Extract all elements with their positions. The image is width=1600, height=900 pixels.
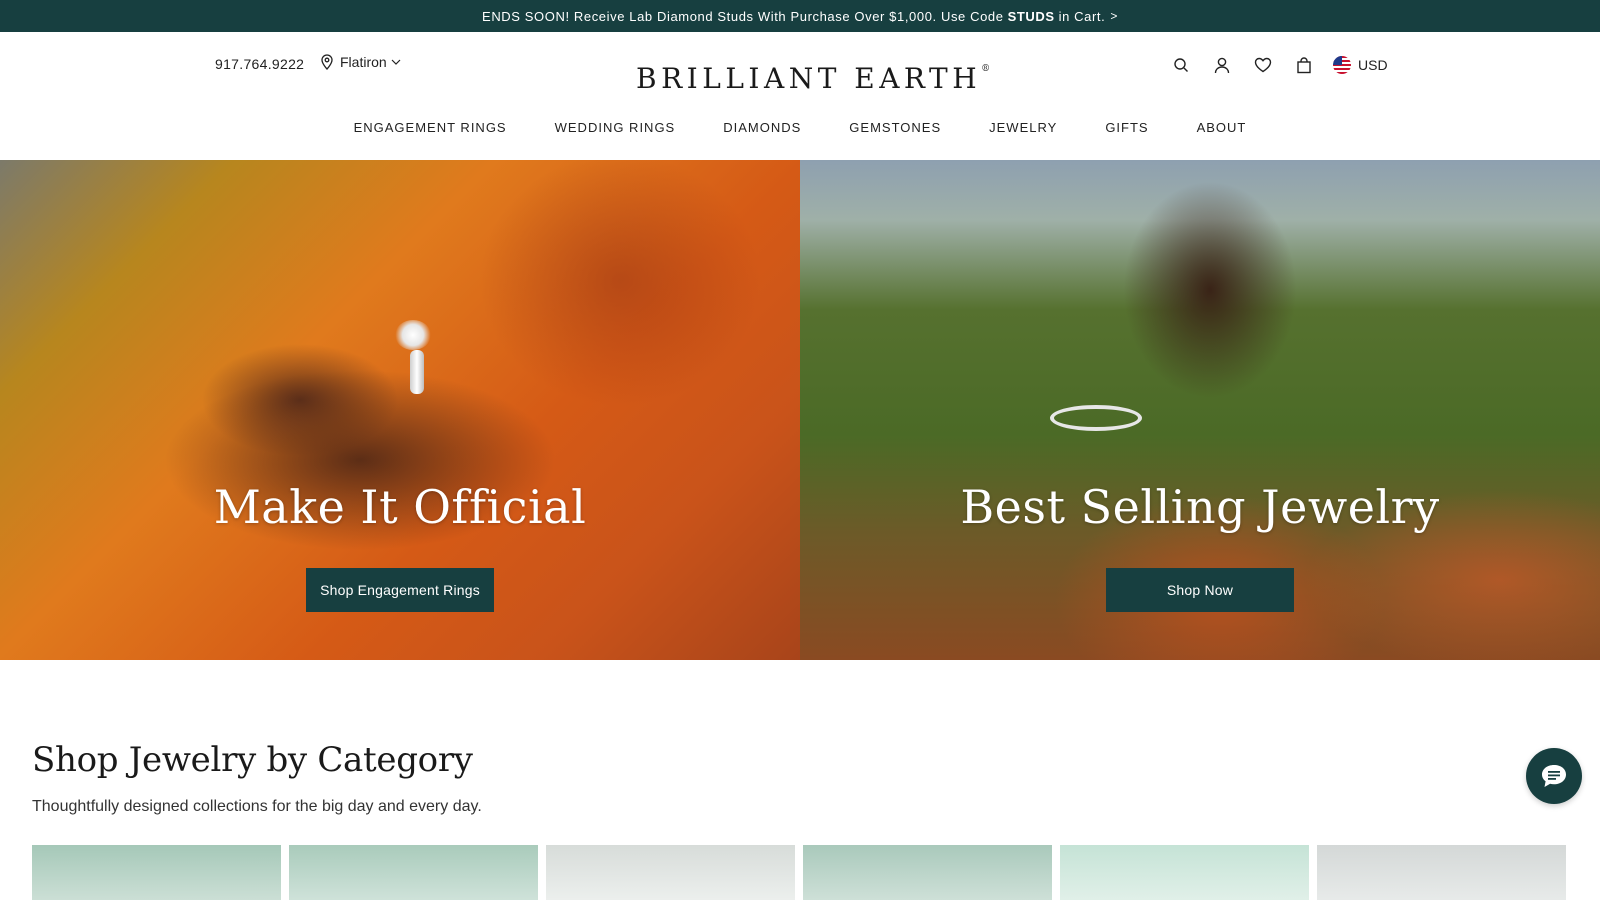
main-nav: ENGAGEMENT RINGS WEDDING RINGS DIAMONDS … [0, 120, 1600, 135]
phone-link[interactable]: 917.764.9222 [215, 56, 304, 72]
category-section-title: Shop Jewelry by Category [32, 740, 473, 780]
nav-about[interactable]: ABOUT [1197, 120, 1247, 135]
ring-image-highlight [395, 320, 431, 350]
promo-text: ENDS SOON! Receive Lab Diamond Studs Wit… [482, 8, 1004, 24]
promo-chevron: > [1110, 9, 1118, 23]
brand-logo[interactable]: BRILLIANT EARTH® [636, 62, 990, 95]
nav-gifts[interactable]: GIFTS [1105, 120, 1148, 135]
logo-text: BRILLIANT EARTH [636, 62, 982, 95]
promo-code: STUDS [1007, 8, 1055, 24]
category-tile[interactable] [32, 845, 281, 900]
hero-engagement-rings[interactable]: Make It Official Shop Engagement Rings [0, 160, 800, 660]
chat-bubble-icon [1542, 765, 1566, 787]
nav-jewelry[interactable]: JEWELRY [989, 120, 1057, 135]
chevron-down-icon [391, 59, 401, 65]
account-icon[interactable] [1211, 54, 1233, 76]
logo-registered-mark: ® [981, 64, 991, 74]
category-tile[interactable] [289, 845, 538, 900]
promo-text-after: in Cart. [1058, 8, 1106, 24]
category-tile[interactable] [803, 845, 1052, 900]
nav-wedding-rings[interactable]: WEDDING RINGS [555, 120, 676, 135]
shop-engagement-rings-button[interactable]: Shop Engagement Rings [306, 568, 494, 612]
nav-gemstones[interactable]: GEMSTONES [849, 120, 941, 135]
hero-title: Make It Official [213, 480, 587, 534]
currency-label: USD [1358, 57, 1388, 73]
header-actions: USD [1170, 54, 1388, 76]
us-flag-icon [1333, 56, 1351, 74]
nav-diamonds[interactable]: DIAMONDS [723, 120, 801, 135]
currency-selector[interactable]: USD [1333, 56, 1388, 74]
hero-best-selling-jewelry[interactable]: Best Selling Jewelry Shop Now [800, 160, 1600, 660]
category-tile[interactable] [1317, 845, 1566, 900]
category-tiles [32, 845, 1566, 900]
nav-engagement-rings[interactable]: ENGAGEMENT RINGS [354, 120, 507, 135]
location-label: Flatiron [340, 54, 387, 70]
promo-banner[interactable]: ENDS SOON! Receive Lab Diamond Studs Wit… [0, 0, 1600, 32]
store-location-selector[interactable]: Flatiron [320, 54, 407, 70]
shopping-bag-icon[interactable] [1293, 54, 1315, 76]
shop-now-button[interactable]: Shop Now [1106, 568, 1294, 612]
category-tile[interactable] [546, 845, 795, 900]
ring-band-image [410, 350, 424, 394]
hero-title: Best Selling Jewelry [960, 480, 1440, 534]
wishlist-heart-icon[interactable] [1252, 54, 1274, 76]
category-section-subtitle: Thoughtfully designed collections for th… [32, 798, 482, 815]
location-pin-icon [321, 54, 333, 70]
chat-button[interactable] [1526, 748, 1582, 804]
category-tile[interactable] [1060, 845, 1309, 900]
site-header: 917.764.9222 Flatiron BRILLIANT EARTH® U… [0, 32, 1600, 160]
search-icon[interactable] [1170, 54, 1192, 76]
bracelet-image [1050, 405, 1142, 431]
